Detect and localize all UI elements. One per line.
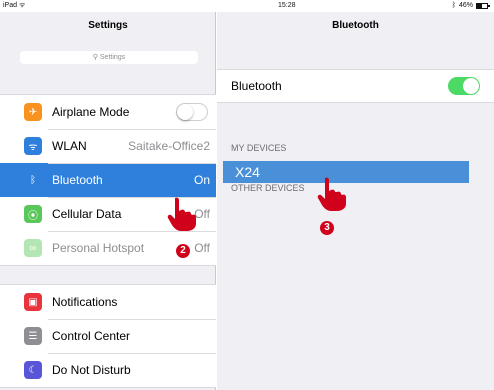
cellular-icon: ⦿ [24, 205, 42, 223]
step-badge-2: 2 [176, 244, 190, 258]
settings-row-airplane-mode[interactable]: ✈ Airplane Mode [0, 95, 216, 129]
wifi-icon: ᯤ [24, 137, 42, 155]
battery-icon [476, 3, 490, 9]
row-label: Personal Hotspot [52, 241, 145, 255]
control-center-icon: ☰ [24, 327, 42, 345]
tap-hand-icon [317, 177, 346, 211]
settings-group-system: ▣ Notifications ☰ Control Center ☾ Do No… [0, 284, 216, 388]
settings-title: Settings [88, 20, 128, 31]
bluetooth-title: Bluetooth [332, 20, 379, 31]
step-badge-3: 3 [320, 221, 334, 235]
tap-hand-icon [167, 197, 196, 231]
row-label: Notifications [52, 295, 118, 309]
settings-row-notifications[interactable]: ▣ Notifications [0, 285, 216, 319]
search-input[interactable]: ⚲ Settings [20, 51, 198, 64]
search-placeholder: Settings [99, 54, 126, 61]
settings-row-wlan[interactable]: ᯤ WLAN Saitake-Office2 [0, 129, 216, 163]
moon-icon: ☾ [24, 361, 42, 379]
airplane-icon: ✈ [24, 103, 42, 121]
row-value: Saitake-Office2 [128, 139, 210, 153]
device-name: X24 [235, 164, 260, 180]
notifications-icon: ▣ [24, 293, 42, 311]
bluetooth-toggle[interactable] [448, 77, 480, 95]
bluetooth-pane: Bluetooth Bluetooth MY DEVICES X24 OTHER… [217, 12, 494, 390]
row-value: On [193, 173, 210, 187]
my-devices-header: MY DEVICES [231, 143, 287, 153]
settings-group-connectivity: ✈ Airplane Mode ᯤ WLAN Saitake-Office2 ᛒ… [0, 94, 216, 266]
device-label: iPad ᯤ [3, 2, 26, 9]
bluetooth-switch-label: Bluetooth [231, 79, 282, 93]
battery-status: ᛒ 46% [451, 0, 490, 12]
status-bar: iPad ᯤ 15:28 ᛒ 46% [0, 0, 494, 12]
other-devices-header: OTHER DEVICES [231, 183, 305, 193]
airplane-mode-toggle[interactable] [176, 103, 208, 121]
battery-percent: 46% [458, 2, 473, 9]
settings-row-do-not-disturb[interactable]: ☾ Do Not Disturb [0, 353, 216, 387]
settings-row-bluetooth[interactable]: ᛒ Bluetooth On [0, 163, 216, 197]
row-label: Do Not Disturb [52, 363, 131, 377]
bluetooth-icon: ᛒ [24, 171, 42, 189]
clock: 15:28 [278, 2, 296, 9]
settings-row-control-center[interactable]: ☰ Control Center [0, 319, 216, 353]
row-value: Off [194, 241, 210, 255]
bluetooth-switch-row: Bluetooth [217, 69, 494, 103]
bluetooth-status-icon: ᛒ [451, 2, 456, 9]
row-label: Bluetooth [52, 173, 103, 187]
row-label: Control Center [52, 329, 131, 343]
row-label: Airplane Mode [52, 105, 130, 119]
search-icon: ⚲ [92, 54, 98, 61]
hotspot-icon: ∞ [24, 239, 42, 257]
row-label: WLAN [52, 139, 87, 153]
